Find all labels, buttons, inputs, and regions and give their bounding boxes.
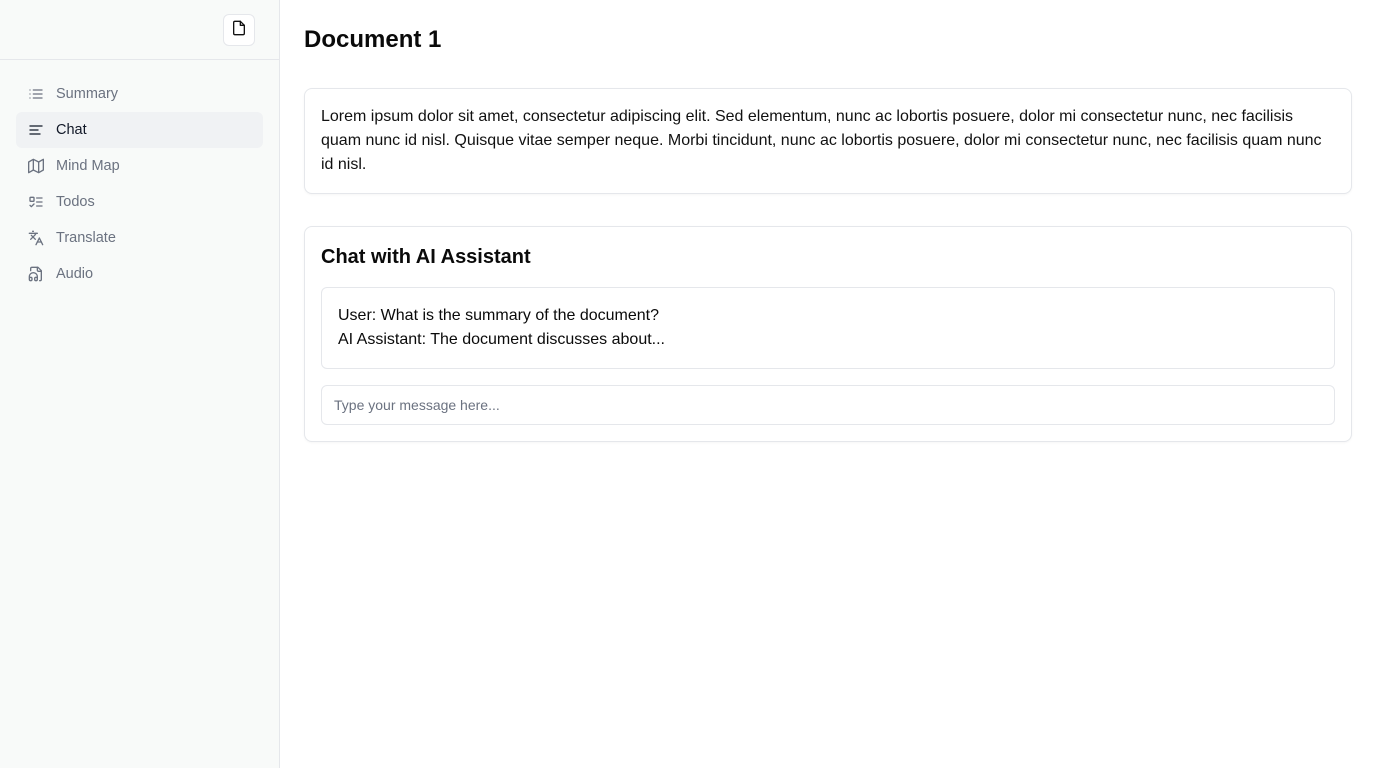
sidebar-item-todos[interactable]: Todos xyxy=(16,184,263,220)
sidebar-nav: Summary Chat Mind Map Todos Translate Au… xyxy=(0,60,279,292)
text-lines-icon xyxy=(28,122,44,138)
app-root: Summary Chat Mind Map Todos Translate Au… xyxy=(0,0,1376,768)
sidebar-item-translate[interactable]: Translate xyxy=(16,220,263,256)
list-todo-icon xyxy=(28,194,44,210)
document-card: Lorem ipsum dolor sit amet, consectetur … xyxy=(304,88,1352,194)
chat-message-assistant: AI Assistant: The document discusses abo… xyxy=(338,331,665,348)
sidebar-item-label: Summary xyxy=(56,86,119,102)
sidebar-item-label: Mind Map xyxy=(56,158,120,174)
new-document-button[interactable] xyxy=(223,13,255,46)
languages-icon xyxy=(28,230,44,246)
file-icon xyxy=(231,20,247,39)
sidebar-item-mind-map[interactable]: Mind Map xyxy=(16,148,263,184)
sidebar-item-label: Todos xyxy=(56,194,95,210)
sidebar-header xyxy=(0,0,279,60)
chat-card: Chat with AI Assistant User: What is the… xyxy=(304,226,1352,442)
file-audio-icon xyxy=(28,266,44,282)
chat-log: User: What is the summary of the documen… xyxy=(321,287,1335,369)
sidebar-item-label: Translate xyxy=(56,230,116,246)
sidebar-item-label: Chat xyxy=(56,122,87,138)
main-content: Document 1 Lorem ipsum dolor sit amet, c… xyxy=(280,0,1376,768)
sidebar-item-chat[interactable]: Chat xyxy=(16,112,263,148)
page-title: Document 1 xyxy=(304,26,442,53)
sidebar-item-summary[interactable]: Summary xyxy=(16,76,263,112)
chat-message-user: User: What is the summary of the documen… xyxy=(338,307,660,324)
sidebar-item-audio[interactable]: Audio xyxy=(16,256,263,292)
sidebar: Summary Chat Mind Map Todos Translate Au… xyxy=(0,0,280,768)
chat-message-input[interactable] xyxy=(321,385,1335,425)
document-text: Lorem ipsum dolor sit amet, consectetur … xyxy=(321,108,1322,173)
sidebar-item-label: Audio xyxy=(56,266,94,282)
chat-title: Chat with AI Assistant xyxy=(321,246,531,268)
map-icon xyxy=(28,158,44,174)
list-icon xyxy=(28,86,44,102)
